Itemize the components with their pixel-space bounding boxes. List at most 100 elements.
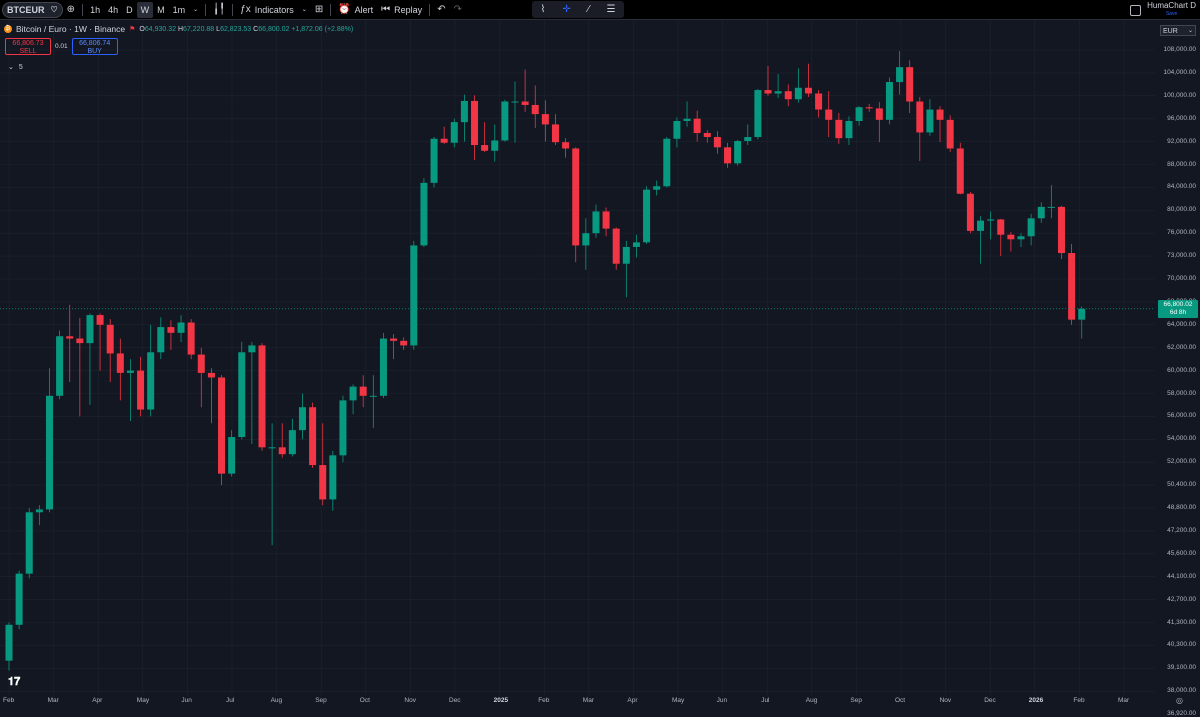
candle (521, 69, 529, 112)
candle-body (936, 109, 944, 120)
time-tick-label: Oct (895, 697, 906, 704)
candle-body (572, 148, 580, 246)
price-tick-label: 44,100.00 (1167, 572, 1196, 580)
candle-body (875, 108, 883, 120)
time-tick-label: May (672, 697, 685, 704)
legend-title[interactable]: Bitcoin / Euro · 1W · Binance (16, 24, 125, 34)
timeframe-4h[interactable]: 4h (104, 0, 122, 20)
candle (420, 178, 428, 247)
candle (339, 395, 347, 463)
price-tick-label: 92,000.00 (1167, 137, 1196, 145)
redo-button[interactable]: ↷ (450, 0, 466, 20)
divider (205, 3, 207, 16)
account-name[interactable]: HumaChart D (1147, 2, 1196, 10)
crosshair-icon[interactable]: ✛ (562, 4, 570, 15)
candle (349, 384, 357, 415)
timeframe-W[interactable]: W (136, 1, 154, 18)
price-tick-label: 76,000.00 (1167, 229, 1196, 237)
candle-body (359, 386, 367, 396)
tradingview-logo-icon[interactable]: 𝟏𝟕 (8, 676, 20, 689)
candle-body (5, 624, 13, 661)
buy-button[interactable]: 66,806.74 BUY (71, 38, 118, 55)
drawing-toolbar: ⌇ ✛ ⁄ ☰ (532, 1, 624, 18)
price-tick-label: 70,000.00 (1167, 275, 1196, 282)
candle-body (885, 82, 893, 120)
candle-body (379, 338, 387, 396)
account-sub[interactable]: Save (1147, 10, 1196, 18)
line-tool-icon[interactable]: ⁄ (588, 4, 590, 15)
sell-button[interactable]: 66,806.73 SELL (5, 38, 51, 55)
timeframe-1h[interactable]: 1h (86, 0, 104, 20)
time-axis[interactable]: Feb Mar Apr May Jun Jul Aug Sep Oct Nov Dec 2025 Feb… (0, 695, 1155, 706)
plus-circle-icon: ⊕ (66, 4, 76, 15)
candle (906, 60, 914, 113)
layouts-button[interactable]: ⊞ (311, 0, 327, 20)
price-tick-label: 41,300.00 (1167, 618, 1196, 626)
settings-gear-icon[interactable]: ◎ (1176, 696, 1183, 705)
price-tick-label: 38,000.00 (1167, 687, 1196, 695)
price-axis[interactable]: 108,000.00 104,000.00 100,000.00 96,000.00 9… (1155, 20, 1200, 717)
chart-type-button[interactable]: ╽╿ (209, 0, 229, 20)
time-tick-label: May (136, 697, 150, 704)
candle-body (268, 447, 276, 449)
candle (977, 216, 985, 264)
price-chart[interactable] (0, 20, 1155, 695)
flag-icon[interactable]: ⚑ (129, 25, 135, 33)
candle (177, 315, 185, 342)
indicators-button[interactable]: ƒx Indicators (236, 0, 298, 20)
candle-body (187, 322, 195, 355)
fib-icon[interactable]: ☰ (607, 4, 616, 15)
candle (147, 324, 155, 417)
candle-body (491, 140, 499, 151)
price-tick-label: 104,000.00 (1163, 68, 1196, 76)
bitcoin-icon: ₿ (4, 25, 12, 33)
candle-body (653, 186, 661, 190)
candle-body (349, 386, 357, 401)
candle-body (278, 447, 286, 455)
candle (1037, 202, 1045, 223)
price-tick-label: 58,000.00 (1167, 389, 1196, 397)
candle-body (734, 141, 742, 164)
indicator-collapse-toggle[interactable]: ⌄ 5 (8, 63, 23, 71)
alert-button[interactable]: ⏰ Alert (334, 0, 377, 20)
timeframe-M[interactable]: M (153, 0, 169, 20)
candle-body (784, 91, 792, 100)
candle-body (713, 137, 721, 148)
candle-body (420, 182, 428, 246)
candle-body (916, 101, 924, 133)
candle (875, 102, 883, 143)
price-tick-label: 73,000.00 (1167, 252, 1196, 260)
trendline-icon[interactable]: ⌇ (541, 4, 546, 15)
heart-icon[interactable]: ♡ (51, 5, 58, 14)
add-symbol-button[interactable]: ⊕ (63, 0, 79, 20)
symbol-search-button[interactable]: BTCEUR ♡ (2, 1, 63, 18)
candle-body (177, 322, 185, 333)
alert-label: Alert (354, 4, 374, 15)
candle (288, 418, 296, 457)
price-tick-label: 56,000.00 (1167, 412, 1196, 420)
time-tick-label: 2026 (1028, 697, 1044, 704)
timeframe-D[interactable]: D (122, 0, 137, 20)
timeframe-dropdown[interactable]: ⌄ (189, 0, 202, 20)
candle-body (673, 120, 681, 139)
checkbox[interactable] (1130, 4, 1142, 16)
candle (885, 77, 893, 125)
candle-body (45, 395, 53, 510)
candle-body (66, 336, 74, 339)
candle-body (369, 395, 377, 397)
candle (936, 106, 944, 143)
candle-body (35, 509, 43, 513)
ohlc-values: O64,930.32 H67,220.88 L62,823.53 C66,800… (139, 25, 354, 33)
candle-body (15, 573, 23, 625)
chevron-down-icon: ⌄ (8, 64, 14, 71)
indicators-dropdown[interactable]: ⌄ (298, 0, 311, 20)
candle (379, 332, 387, 399)
price-tick-label: 88,000.00 (1167, 160, 1196, 168)
spread-value: 0.01 (55, 43, 68, 50)
timeframe-1m[interactable]: 1m (169, 0, 190, 20)
undo-button[interactable]: ↶ (433, 0, 449, 20)
candle (1057, 205, 1065, 260)
replay-button[interactable]: ⏮ Replay (377, 0, 426, 20)
candle (369, 375, 377, 428)
candle-body (116, 353, 124, 373)
